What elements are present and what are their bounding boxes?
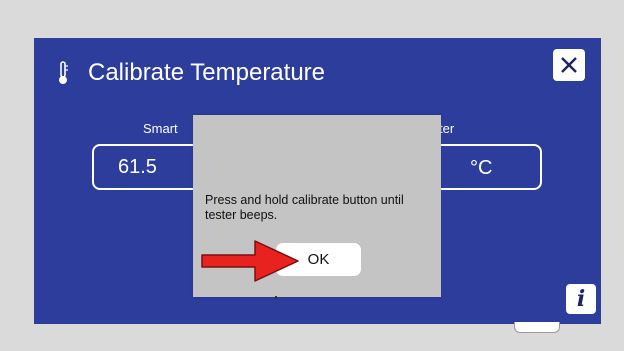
info-icon: i <box>576 286 586 312</box>
close-button[interactable] <box>553 49 585 81</box>
red-arrow-icon <box>201 240 299 282</box>
close-icon <box>561 57 577 73</box>
divider-mark <box>275 296 277 299</box>
title-row: Calibrate Temperature <box>56 56 325 90</box>
tester-label: ter <box>439 121 455 136</box>
dialog-message: Press and hold calibrate button until te… <box>205 193 404 222</box>
smart-label: Smart <box>143 121 178 136</box>
page-title: Calibrate Temperature <box>88 59 326 86</box>
smart-temperature-value: 61.5 <box>118 156 157 178</box>
temperature-unit: °C <box>470 157 493 179</box>
info-button[interactable]: i <box>566 284 596 314</box>
hardware-button <box>514 322 560 333</box>
thermometer-icon <box>59 61 68 84</box>
